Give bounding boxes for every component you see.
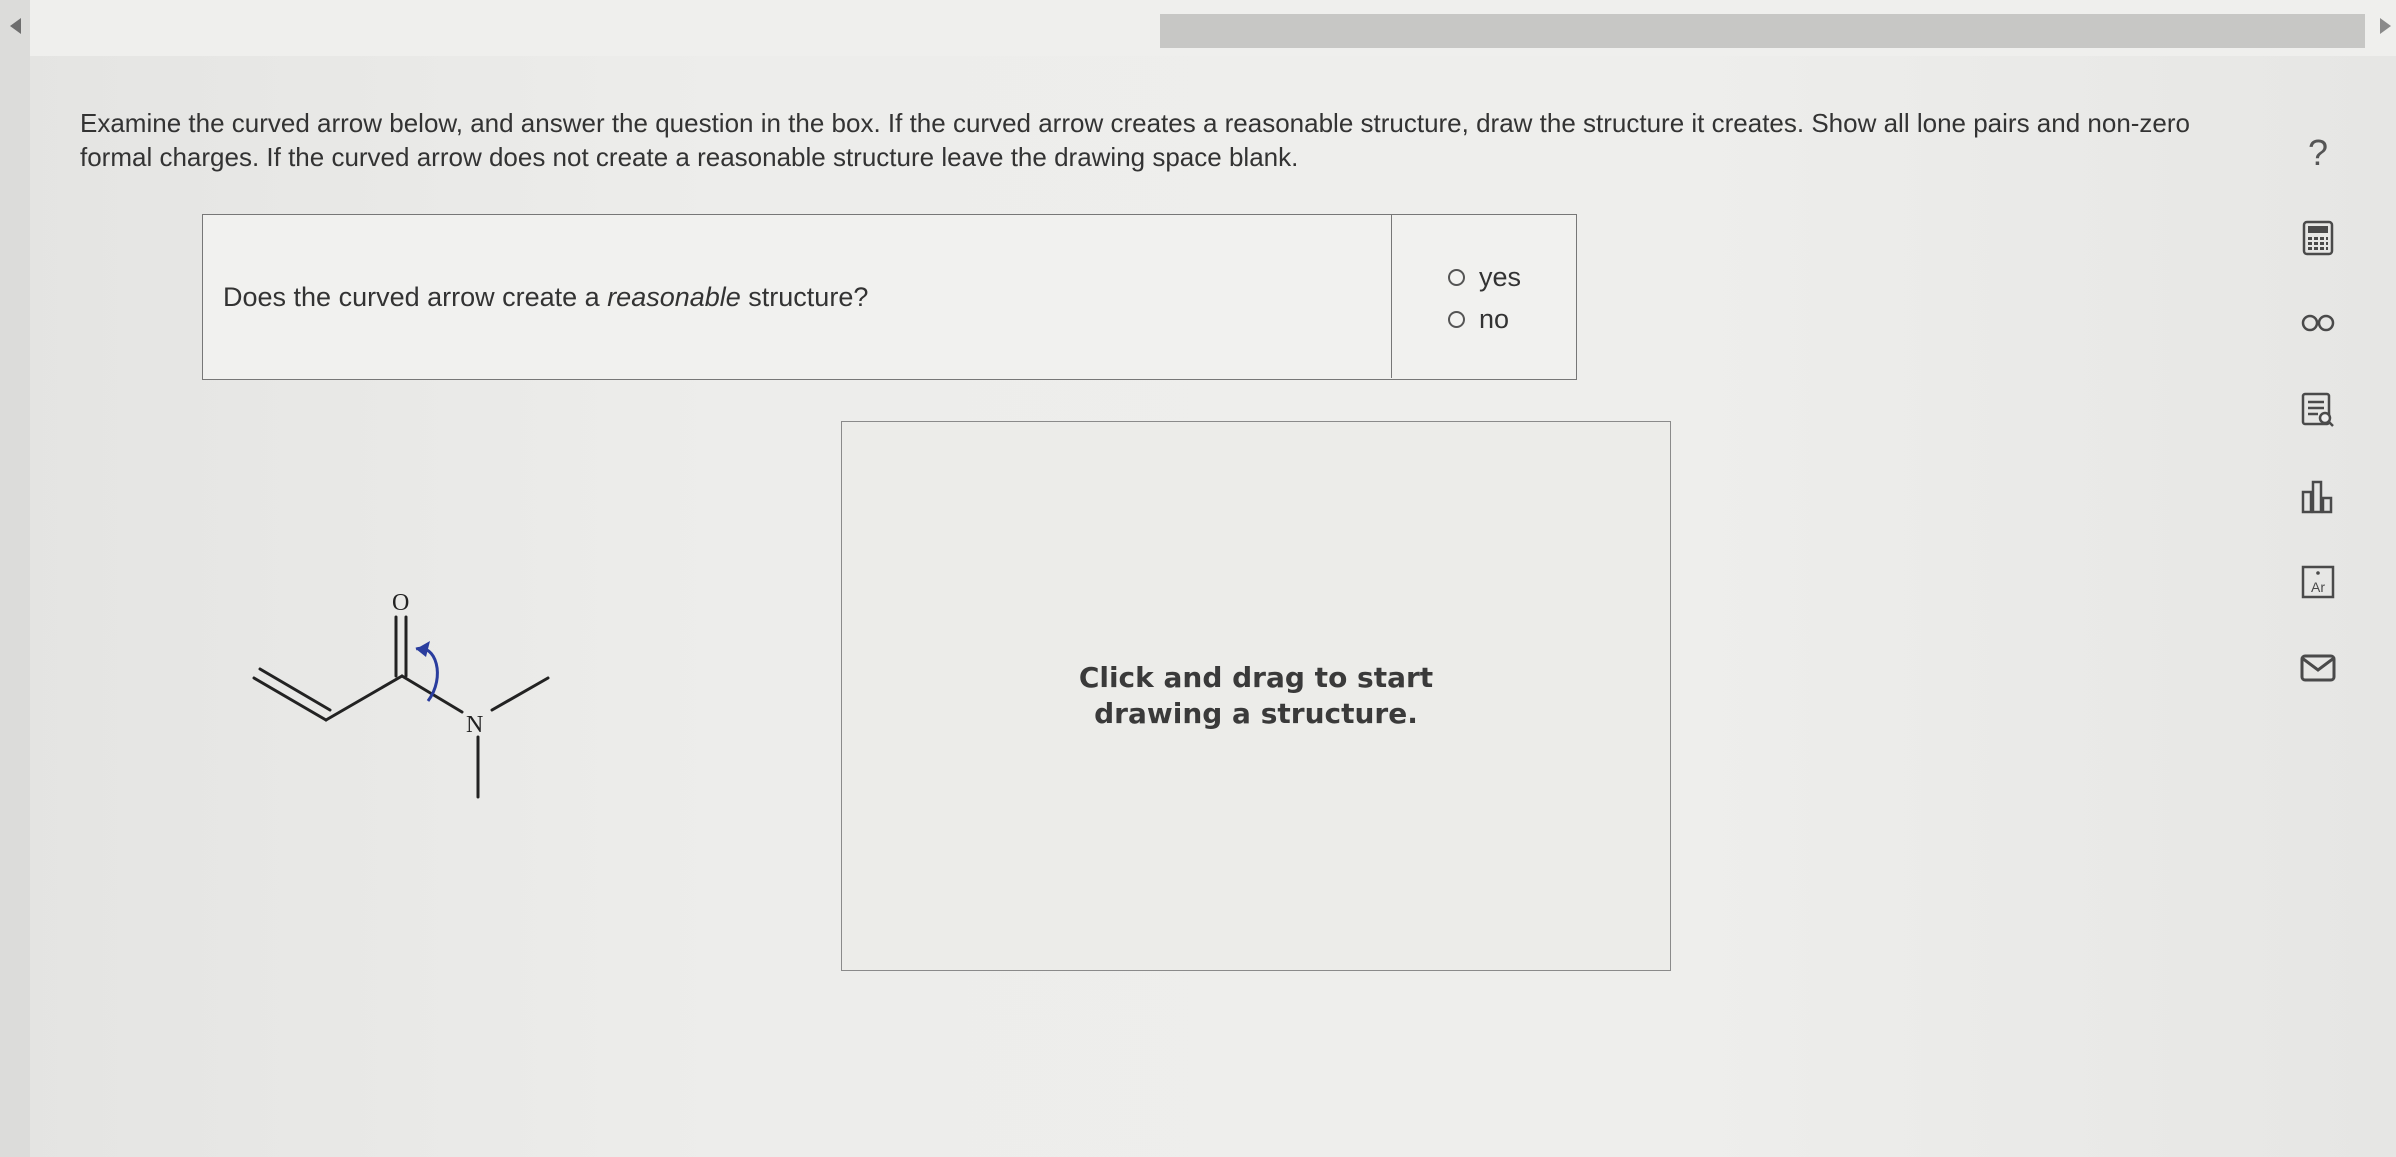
question-prefix: Does the curved arrow create a bbox=[223, 282, 608, 312]
progress-bar bbox=[1160, 14, 2365, 48]
drawing-canvas[interactable]: Click and drag to start drawing a struct… bbox=[841, 421, 1671, 971]
bond-n-methyl-up bbox=[490, 676, 550, 712]
option-yes-label: yes bbox=[1479, 262, 1522, 292]
option-no[interactable]: no bbox=[1448, 304, 1509, 335]
screen: Examine the curved arrow below, and answ… bbox=[0, 0, 2396, 1157]
question-emphasis: reasonable bbox=[607, 282, 741, 312]
periodic-glyph: Ar bbox=[2301, 565, 2335, 599]
bond-vinyl-double-a bbox=[252, 676, 328, 722]
help-label: ? bbox=[2307, 132, 2329, 173]
chart-icon[interactable] bbox=[2296, 477, 2340, 517]
data-glyph bbox=[2301, 392, 2334, 427]
molecule-diagram: O N bbox=[252, 590, 550, 799]
atom-oxygen: O bbox=[392, 590, 409, 616]
periodic-table-icon[interactable]: Ar bbox=[2296, 562, 2340, 602]
glasses-icon[interactable] bbox=[2296, 303, 2340, 343]
bond-vinyl-to-carbonyl bbox=[324, 674, 404, 722]
mail-icon[interactable] bbox=[2296, 648, 2340, 688]
question-divider bbox=[1391, 215, 1392, 378]
instructions-text: Examine the curved arrow below, and answ… bbox=[80, 108, 2191, 172]
calculator-icon[interactable] bbox=[2296, 218, 2340, 258]
left-strip bbox=[0, 0, 30, 1157]
question-icon[interactable]: ? bbox=[2296, 132, 2340, 173]
radio-no[interactable] bbox=[1448, 311, 1465, 328]
calculator-glyph bbox=[2302, 220, 2334, 256]
option-no-label: no bbox=[1479, 304, 1510, 334]
question-box: Does the curved arrow create a reasonabl… bbox=[202, 214, 1577, 380]
curved-arrow bbox=[415, 646, 439, 702]
chart-glyph bbox=[2301, 480, 2333, 514]
canvas-hint: Click and drag to start drawing a struct… bbox=[1078, 661, 1434, 730]
periodic-label: Ar bbox=[2311, 579, 2325, 595]
mail-glyph bbox=[2300, 654, 2336, 682]
question-text: Does the curved arrow create a reasonabl… bbox=[223, 282, 868, 313]
radio-yes[interactable] bbox=[1448, 269, 1465, 286]
bond-vinyl-double-b bbox=[258, 667, 332, 712]
atom-nitrogen: N bbox=[466, 712, 483, 738]
option-yes[interactable]: yes bbox=[1448, 262, 1521, 293]
chevron-left-icon[interactable] bbox=[10, 18, 21, 34]
question-suffix: structure? bbox=[740, 282, 869, 312]
data-icon[interactable] bbox=[2296, 390, 2340, 430]
chevron-right-icon[interactable] bbox=[2380, 18, 2391, 34]
curved-arrow-head bbox=[416, 641, 430, 657]
glasses-glyph bbox=[2301, 314, 2335, 332]
